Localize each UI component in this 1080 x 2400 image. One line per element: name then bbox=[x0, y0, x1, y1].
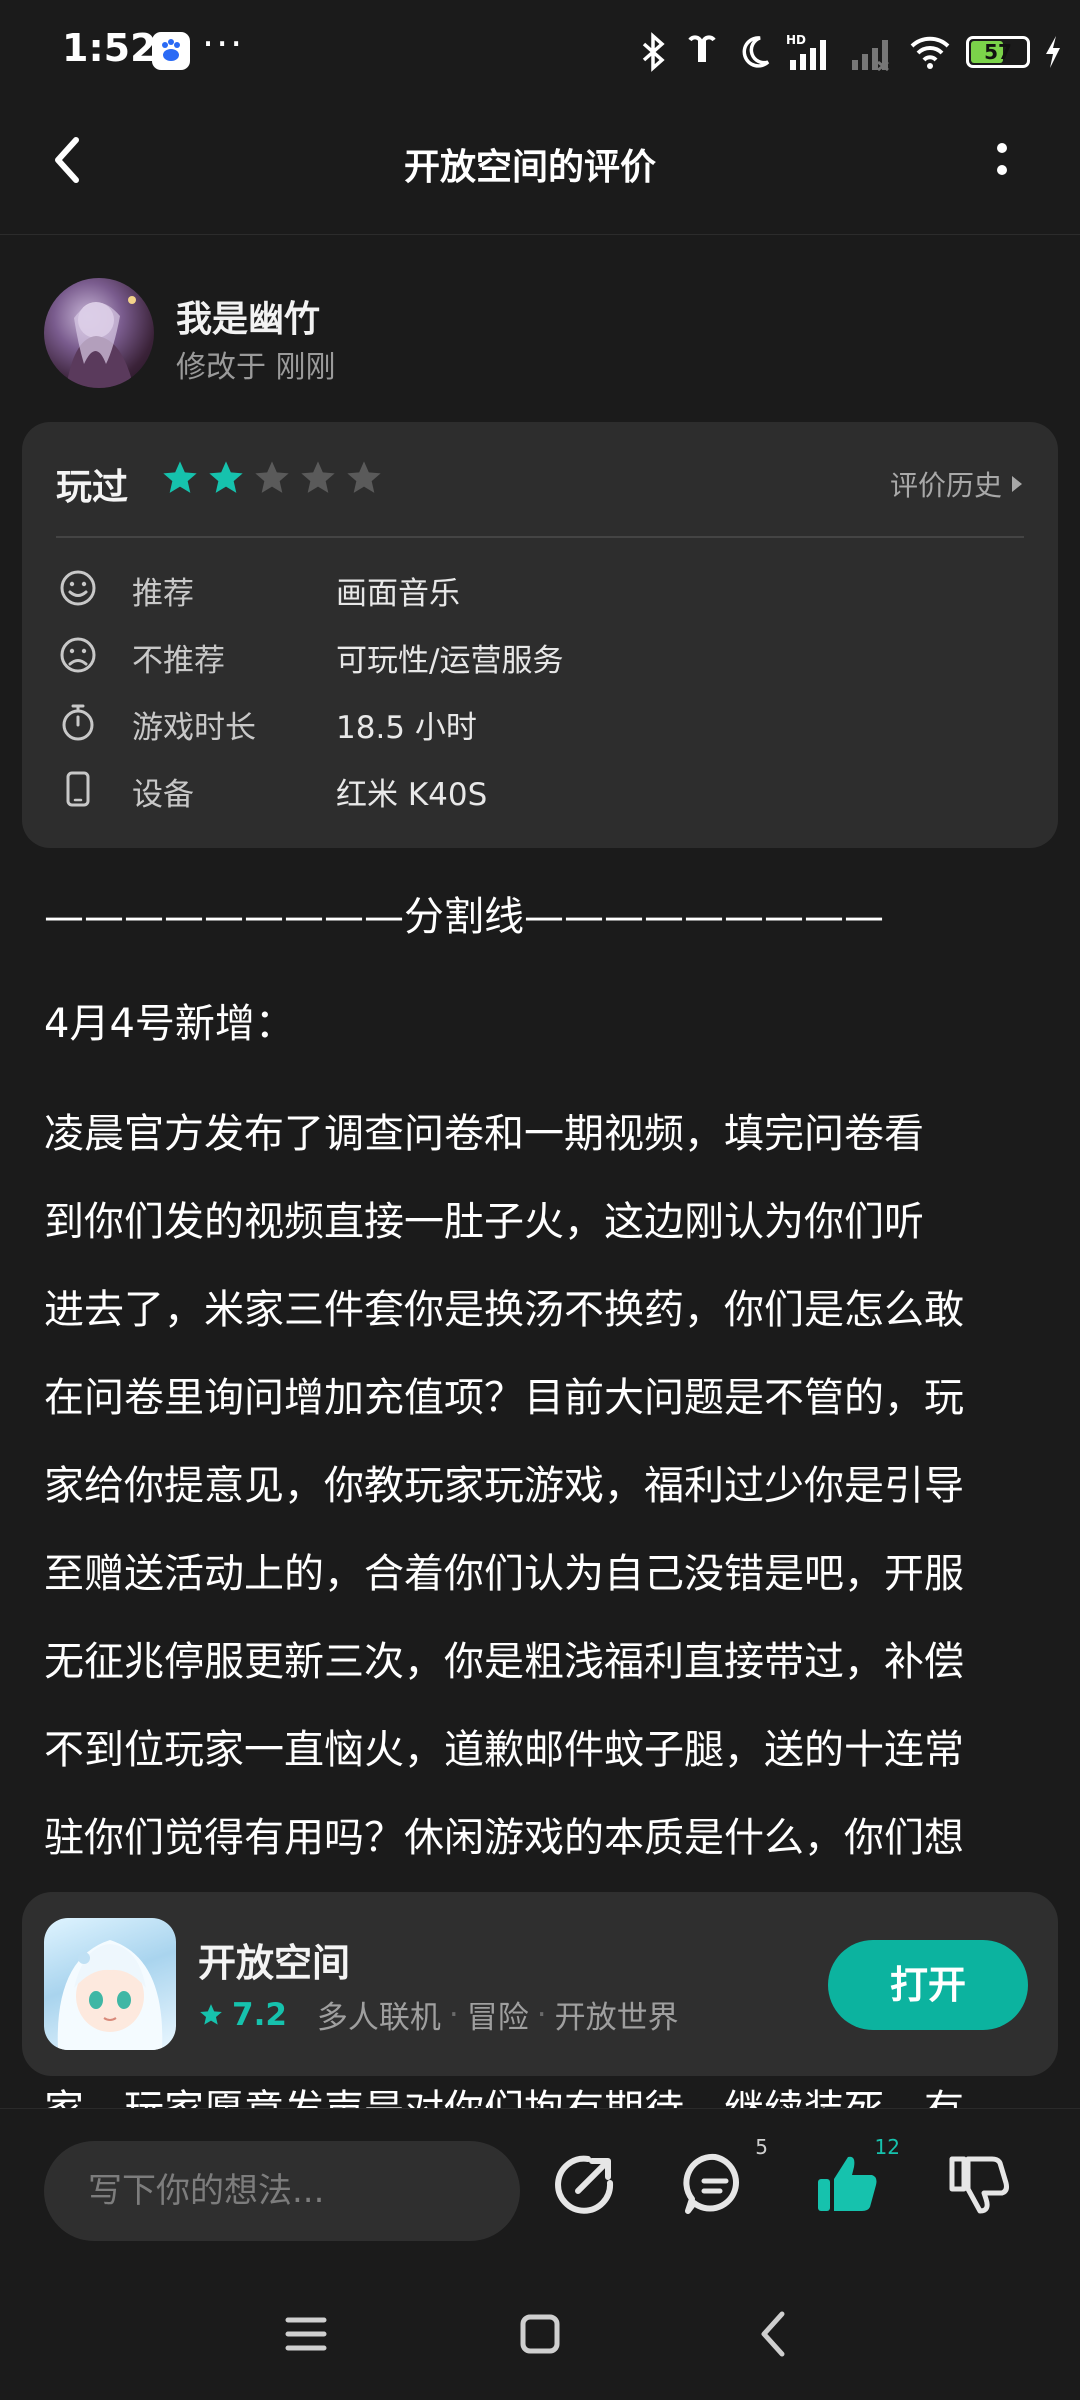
recents-button[interactable] bbox=[276, 2304, 336, 2364]
moon-icon bbox=[742, 36, 770, 68]
star-empty-icon bbox=[347, 461, 381, 493]
recommend-value: 画面音乐 bbox=[336, 576, 460, 612]
review-heading-text: 4月4号新增： bbox=[44, 1001, 295, 1047]
comment-button[interactable]: 5 bbox=[680, 2135, 768, 2219]
review-line: 进去了，米家三件套你是换汤不换药，你们是怎么敢 bbox=[44, 1287, 964, 1333]
game-icon bbox=[44, 1918, 176, 2050]
device-value: 红米 K40S bbox=[336, 777, 488, 813]
review-line: 无征兆停服更新三次，你是粗浅福利直接带过，补偿 bbox=[44, 1639, 964, 1685]
earbuds-icon bbox=[688, 35, 716, 62]
review-line: 至赠送活动上的，合着你们认为自己没错是吧，开服 bbox=[44, 1551, 964, 1597]
signal-weak-icon bbox=[852, 40, 889, 72]
action-bar: 写下你的想法... 5 12 bbox=[0, 2108, 1080, 2275]
battery-level: 57 bbox=[984, 40, 1012, 64]
share-icon bbox=[555, 2155, 614, 2214]
not-recommend-value: 可玩性/运营服务 bbox=[336, 643, 564, 679]
not-recommend-row: 不推荐 可玩性/运营服务 bbox=[56, 629, 1024, 685]
game-tag: 开放世界 bbox=[554, 2000, 679, 2036]
star-empty-icon bbox=[301, 461, 335, 493]
back-chevron-icon bbox=[761, 2311, 785, 2357]
avatar-image bbox=[66, 296, 136, 388]
tag-separator: · bbox=[536, 1996, 547, 2033]
charging-icon bbox=[1046, 36, 1060, 68]
share-button[interactable] bbox=[550, 2149, 620, 2219]
review-body: 凌晨官方发布了调查问卷和一期视频，填完问卷看 到你们发的视频直接一肚子火，这边刚… bbox=[44, 1090, 1044, 1882]
battery-icon: 57 bbox=[966, 36, 1030, 68]
thumbs-down-icon bbox=[949, 2156, 1009, 2214]
comment-count: 5 bbox=[755, 2135, 768, 2159]
playtime-row: 游戏时长 18.5 小时 bbox=[56, 696, 1024, 752]
edit-time: 修改于 刚刚 bbox=[176, 350, 336, 385]
status-bar: 1:52 ··· HD 57 bbox=[0, 0, 1080, 100]
stopwatch-icon bbox=[62, 704, 94, 741]
like-button[interactable]: 12 bbox=[812, 2135, 900, 2219]
star-filled-icon bbox=[209, 461, 243, 493]
game-character-image bbox=[57, 1940, 163, 2050]
thumbs-up-icon bbox=[818, 2156, 877, 2211]
page-title: 开放空间的评价 bbox=[403, 147, 656, 188]
status-time: 1:52 bbox=[62, 26, 157, 70]
system-nav-bar bbox=[0, 2274, 1080, 2400]
recommend-row: 推荐 画面音乐 bbox=[56, 562, 1024, 618]
wifi-icon bbox=[910, 36, 950, 69]
baidu-app-icon bbox=[152, 32, 190, 70]
triangle-right-icon bbox=[1012, 476, 1022, 492]
game-score: 7.2 bbox=[232, 1996, 287, 2033]
system-back-button[interactable] bbox=[744, 2304, 804, 2364]
tag-separator: · bbox=[448, 1996, 459, 2033]
top-nav: 开放空间的评价 bbox=[0, 100, 1080, 235]
review-heading: 4月4号新增： bbox=[44, 980, 1044, 1068]
dislike-button[interactable] bbox=[944, 2149, 1014, 2219]
home-button[interactable] bbox=[510, 2304, 570, 2364]
smile-icon bbox=[60, 570, 96, 606]
card-divider bbox=[56, 536, 1024, 538]
hd-signal-icon: HD bbox=[786, 33, 826, 70]
review-card: 玩过 评价历史 推荐 画面音乐 不推荐 可玩性/运营服务 游戏时长 18.5 小… bbox=[22, 422, 1058, 848]
game-card[interactable]: 开放空间 7.2 多人联机 · 冒险 · 开放世界 打开 bbox=[22, 1892, 1058, 2076]
review-history-link[interactable]: 评价历史 bbox=[890, 464, 1024, 504]
review-line: 在问卷里询问增加充值项？目前大问题是不管的，玩 bbox=[44, 1375, 964, 1421]
frown-icon bbox=[60, 637, 96, 673]
svg-text:HD: HD bbox=[786, 33, 806, 47]
device-row: 设备 红米 K40S bbox=[56, 763, 1024, 819]
game-name: 开放空间 bbox=[198, 1941, 351, 1985]
bluetooth-icon bbox=[642, 32, 665, 72]
status-icons: HD 57 bbox=[638, 28, 1062, 76]
not-recommend-key: 不推荐 bbox=[132, 643, 225, 679]
play-status: 玩过 bbox=[56, 467, 129, 508]
phone-icon bbox=[66, 771, 90, 807]
more-menu-button[interactable] bbox=[980, 136, 1024, 186]
recommend-key: 推荐 bbox=[132, 576, 194, 612]
review-history-label: 评价历史 bbox=[889, 469, 1002, 502]
menu-lines-icon bbox=[285, 2317, 327, 2351]
review-line-partial: 家，玩家愿意发声是对你们抱有期待，继续装死，有 bbox=[44, 2087, 964, 2110]
game-meta: 7.2 多人联机 · 冒险 · 开放世界 bbox=[198, 1992, 679, 2037]
avatar[interactable] bbox=[44, 278, 154, 388]
section-divider: —————————分割线————————— bbox=[44, 894, 884, 940]
star-filled-icon bbox=[163, 461, 197, 493]
review-line: 凌晨官方发布了调查问卷和一期视频，填完问卷看 bbox=[44, 1111, 924, 1157]
open-game-button[interactable]: 打开 bbox=[828, 1940, 1028, 2030]
comment-icon bbox=[683, 2153, 739, 2214]
review-line: 家给你提意见，你教玩家玩游戏，福利过少你是引导 bbox=[44, 1463, 964, 1509]
score-star-icon bbox=[200, 2003, 222, 2025]
rating-stars bbox=[160, 458, 384, 498]
review-line: 不到位玩家一直恼火，道歉邮件蚊子腿，送的十连常 bbox=[44, 1727, 964, 1773]
playtime-value: 18.5 小时 bbox=[336, 710, 477, 746]
like-count: 12 bbox=[874, 2135, 900, 2159]
game-tag: 多人联机 bbox=[316, 2000, 441, 2036]
author-name[interactable]: 我是幽竹 bbox=[176, 290, 320, 342]
review-line: 驻你们觉得有用吗？休闲游戏的本质是什么，你们想 bbox=[44, 1815, 964, 1861]
review-line: 到你们发的视频直接一肚子火，这边刚认为你们听 bbox=[44, 1199, 924, 1245]
square-home-icon bbox=[520, 2314, 560, 2354]
star-empty-icon bbox=[255, 461, 289, 493]
playtime-key: 游戏时长 bbox=[132, 710, 256, 746]
comment-input[interactable]: 写下你的想法... bbox=[44, 2141, 520, 2241]
more-notifications-icon: ··· bbox=[202, 22, 245, 66]
device-key: 设备 bbox=[132, 777, 194, 813]
game-tag: 冒险 bbox=[466, 2000, 529, 2036]
vertical-dots-icon bbox=[997, 143, 1007, 175]
